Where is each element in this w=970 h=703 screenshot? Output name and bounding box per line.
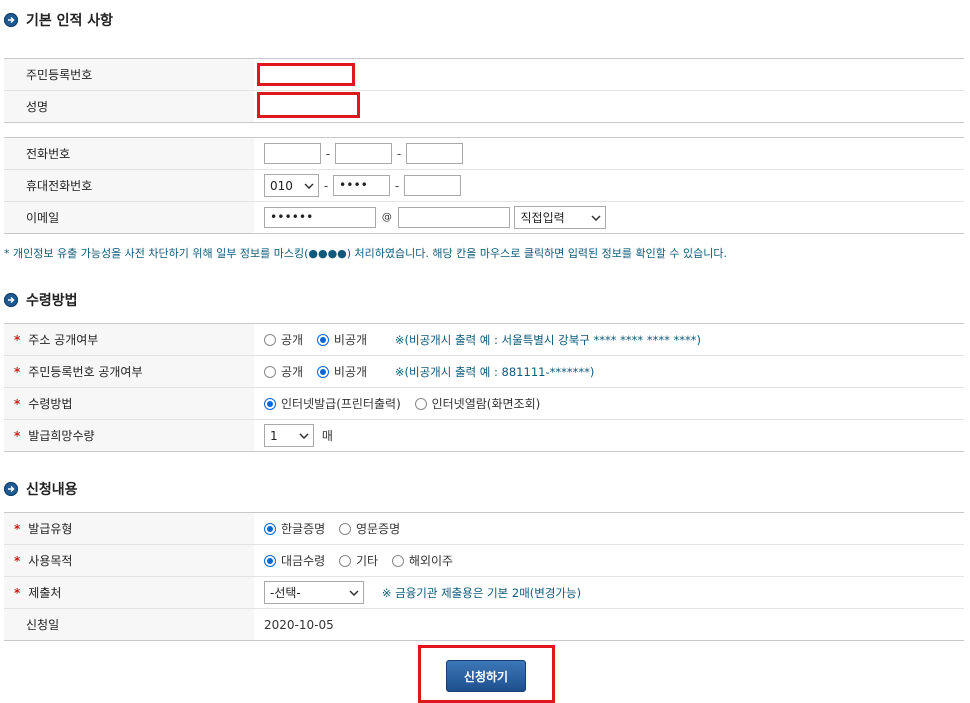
phone-field-3[interactable] [406, 143, 463, 164]
ssn-label: 주민등록번호 [4, 58, 254, 91]
arrow-right-icon [4, 482, 18, 496]
chevron-down-icon [304, 182, 314, 189]
mobile-field-3[interactable] [404, 175, 461, 196]
email-domain-field[interactable] [397, 207, 510, 228]
basic-info-table: 주민등록번호 성명 [4, 58, 964, 123]
ssn-redacted-box [257, 63, 355, 86]
purpose-label: * 사용목적 [4, 544, 254, 577]
type-english-radio[interactable]: 영문증명 [339, 520, 400, 537]
purpose-emigrate-radio[interactable]: 해외이주 [391, 552, 453, 569]
name-redacted-box [257, 92, 360, 118]
chevron-down-icon [591, 214, 602, 221]
address-public-label: * 주소 공개여부 [4, 323, 254, 356]
apply-submit-button[interactable]: 신청하기 [446, 660, 526, 692]
method-print-radio[interactable]: 인터넷발급(프린터출력) [264, 395, 401, 412]
purpose-loan-radio[interactable]: 대금수령 [264, 552, 325, 569]
apply-table: * 발급유형 한글증명 영문증명 * 사용목적 대금수령 기타 해외이주 * 제출처 … [4, 512, 964, 641]
masking-notice: * 개인정보 유출 가능성을 사전 차단하기 위해 일부 정보를 마스킹(●●●… [4, 247, 727, 260]
count-unit: 매 [321, 429, 333, 443]
type-label: * 발급유형 [4, 512, 254, 545]
chevron-down-icon [299, 432, 309, 439]
section-title-receive: 수령방법 [4, 289, 78, 311]
method-label: * 수령방법 [4, 387, 254, 420]
phone-label: 전화번호 [4, 137, 254, 170]
mobile-label: 휴대전화번호 [4, 169, 254, 202]
arrow-right-icon [4, 13, 18, 27]
name-label: 성명 [4, 90, 254, 123]
address-note: ※(비공개시 출력 예 : 서울특별시 강북구 **** **** **** *… [394, 332, 701, 347]
address-public-radio[interactable]: 공개 [264, 331, 303, 348]
ssn-private-radio[interactable]: 비공개 [316, 363, 367, 380]
submit-to-select[interactable]: -선택- [264, 581, 364, 604]
address-private-radio[interactable]: 비공개 [316, 331, 367, 348]
submit-to-label: * 제출처 [4, 576, 254, 609]
email-id-field[interactable]: •••••• [264, 207, 376, 228]
ssn-public-radio[interactable]: 공개 [264, 363, 303, 380]
purpose-other-radio[interactable]: 기타 [339, 552, 378, 569]
receive-table: * 주소 공개여부 공개 비공개 ※(비공개시 출력 예 : 서울특별시 강북구 … [4, 323, 964, 452]
date-label: 신청일 [4, 608, 254, 641]
mobile-field-2[interactable]: •••• [333, 175, 390, 196]
chevron-down-icon [349, 589, 359, 596]
email-label: 이메일 [4, 201, 254, 234]
mobile-prefix-select[interactable]: 010 [264, 174, 319, 197]
phone-field-2[interactable] [335, 143, 392, 164]
count-label: * 발급희망수량 [4, 419, 254, 452]
method-view-radio[interactable]: 인터넷열람(화면조회) [414, 395, 540, 412]
submit-to-note: ※ 금융기관 제출용은 기본 2매(변경가능) [381, 585, 582, 600]
section-title-basic: 기본 인적 사항 [4, 9, 113, 31]
count-select[interactable]: 1 [264, 424, 314, 447]
ssn-public-label: * 주민등록번호 공개여부 [4, 355, 254, 388]
section-title-apply: 신청내용 [4, 478, 78, 500]
type-korean-radio[interactable]: 한글증명 [264, 520, 325, 537]
email-domain-select[interactable]: 직접입력 [514, 206, 607, 229]
ssn-note: ※(비공개시 출력 예 : 881111-*******) [394, 364, 595, 379]
arrow-right-icon [4, 293, 18, 307]
contact-table: 전화번호 -- 휴대전화번호 010 - •••• - 이메일 •••••• @ 직… [4, 137, 964, 234]
date-value: 2020-10-05 [264, 617, 334, 632]
email-at-sign: @ [381, 212, 392, 223]
phone-field-1[interactable] [264, 143, 321, 164]
